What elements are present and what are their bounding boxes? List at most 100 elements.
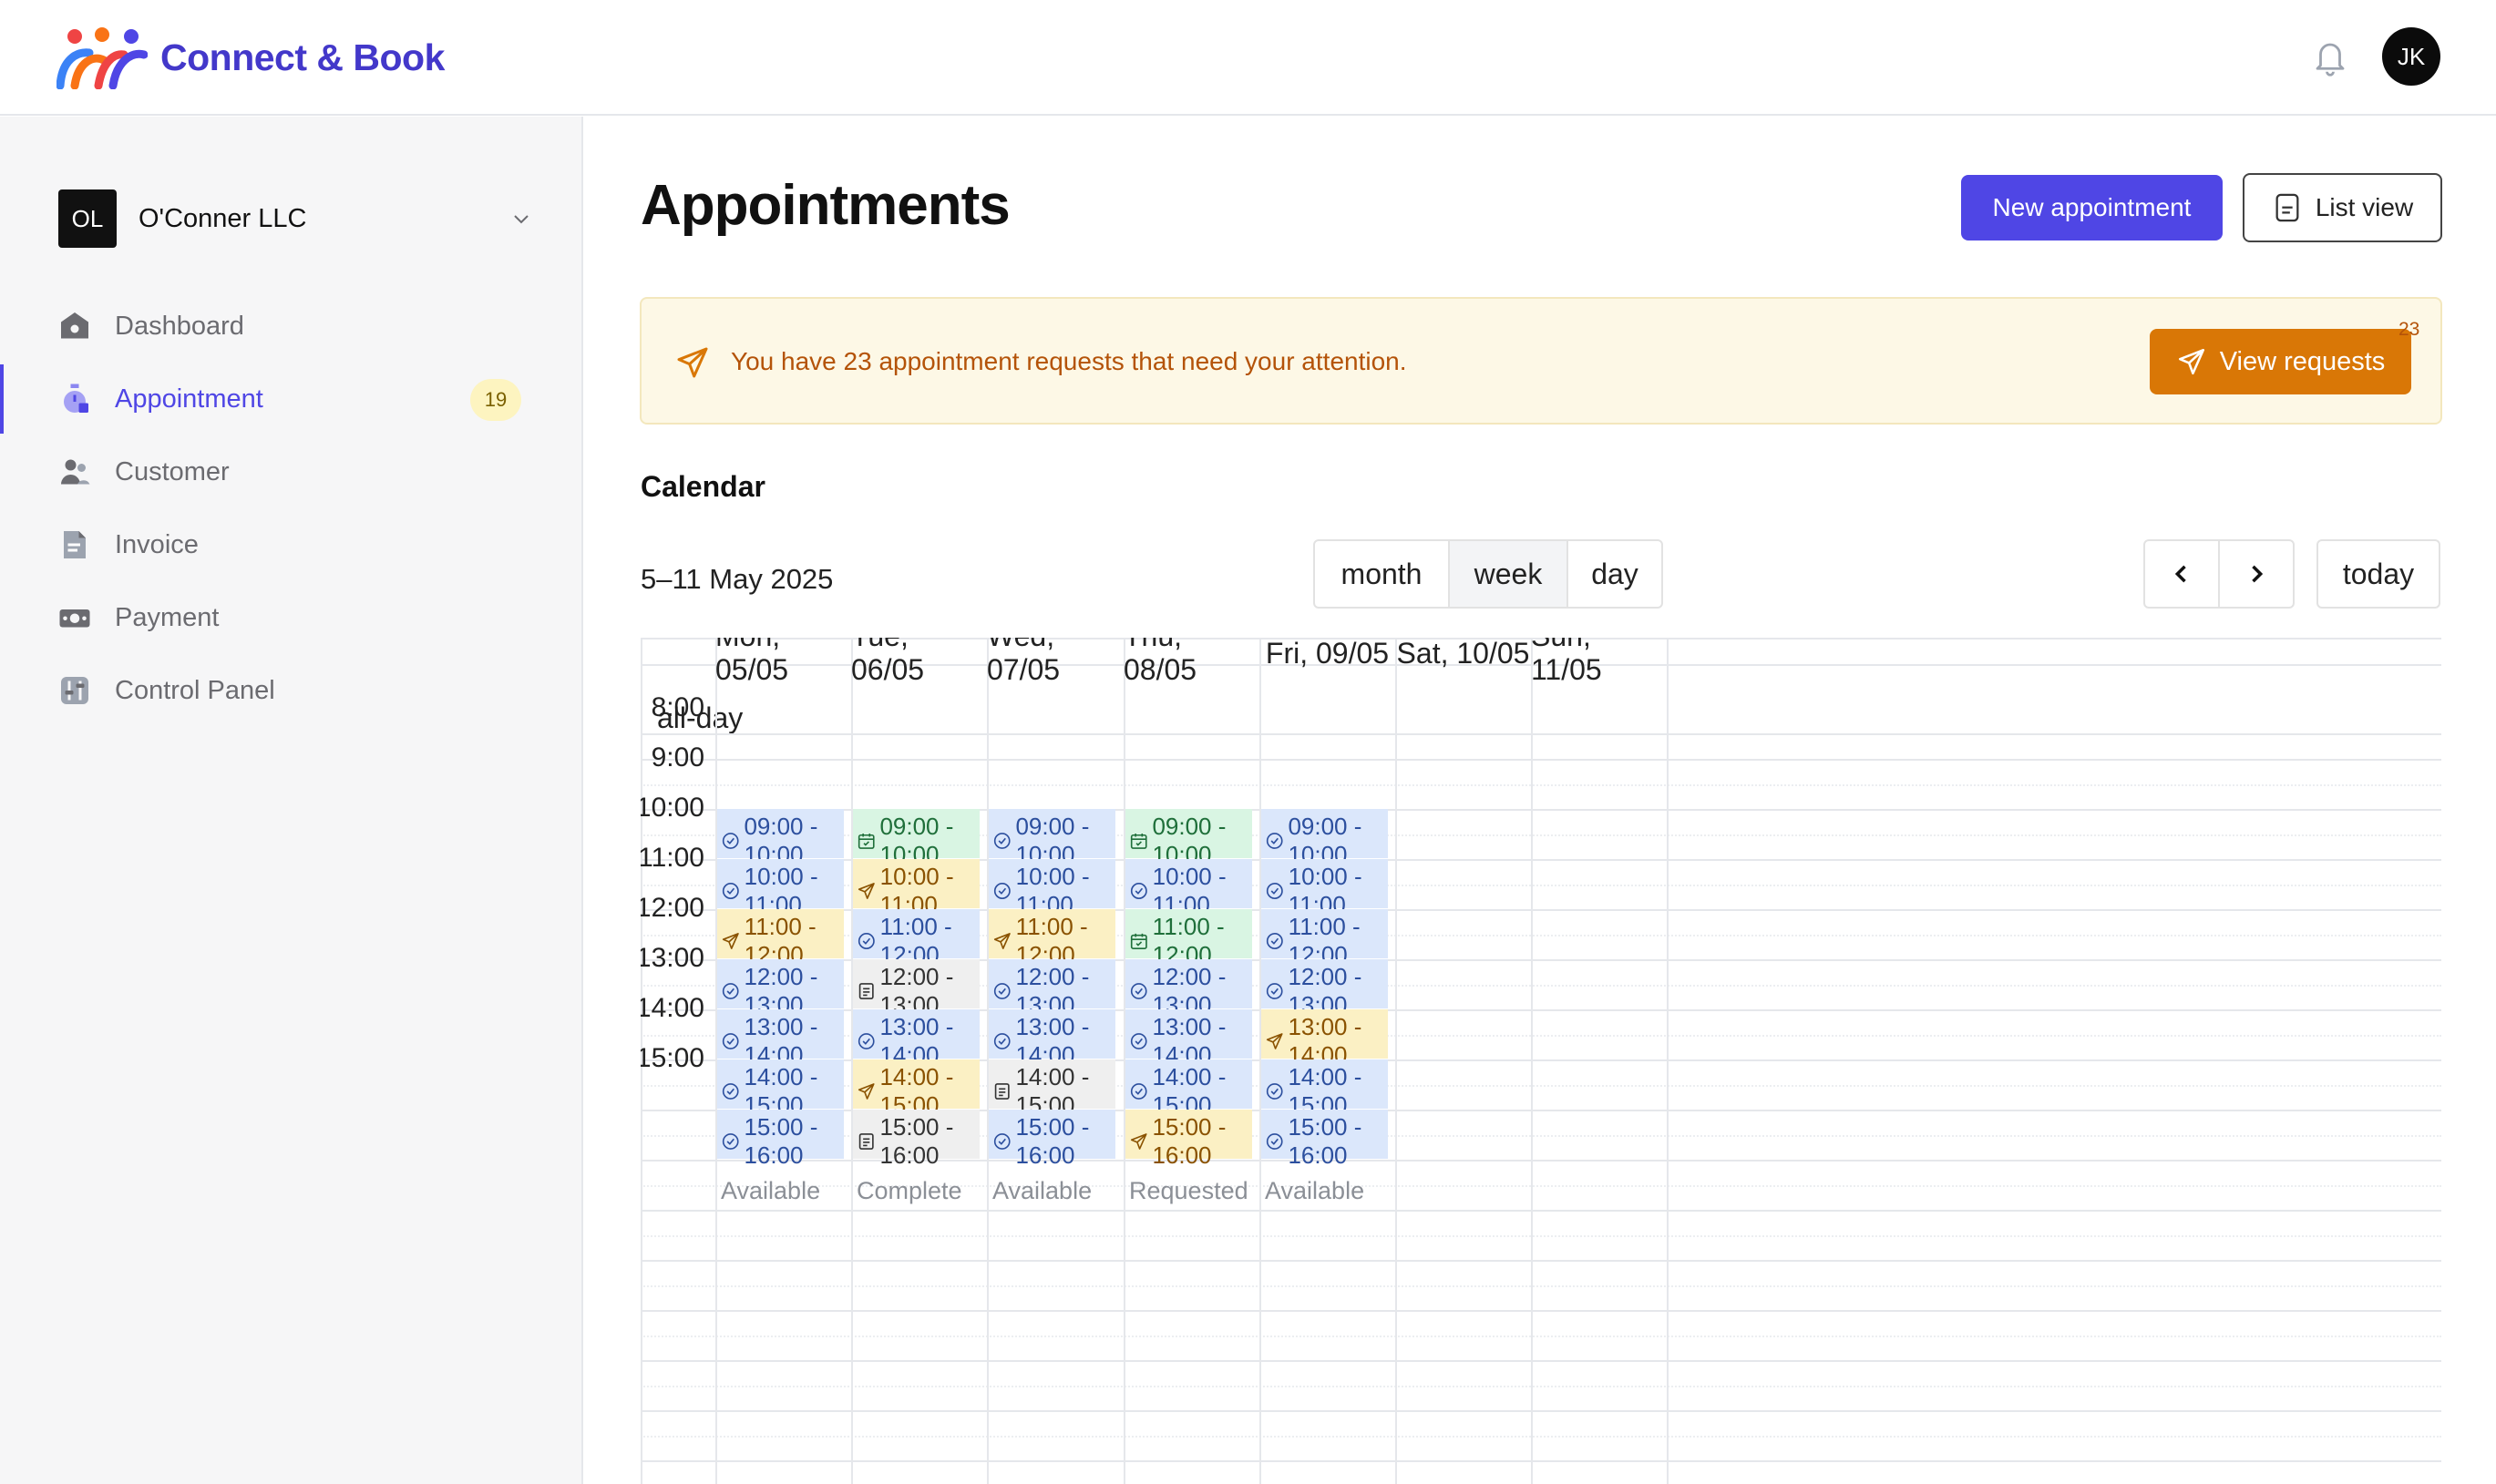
sidebar-item-appointment[interactable]: Appointment 19 (0, 363, 581, 435)
appointment-slot[interactable]: 10:00 - 11:00Requested (853, 859, 980, 954)
day-header[interactable]: Sat, 10/05 (1395, 638, 1531, 676)
logo-icon (56, 27, 148, 89)
time-text: 15:00 - 16:00 (1152, 1113, 1227, 1169)
prev-week-button[interactable] (2145, 541, 2220, 607)
sidebar-item-dashboard[interactable]: Dashboard (0, 290, 581, 363)
org-switcher[interactable]: OL O'Conner LLC (58, 189, 532, 248)
appointment-slot[interactable]: 15:00 - 16:00 Complete (853, 1110, 980, 1204)
app-logo[interactable]: Connect & Book (56, 26, 445, 89)
check-circle-icon (1266, 1133, 1283, 1150)
sidebar-item-payment[interactable]: Payment (0, 581, 581, 654)
sidebar-item-label: Invoice (115, 529, 199, 559)
appointment-slot[interactable]: 09:00 - 10:00Available (989, 809, 1115, 904)
view-requests-button[interactable]: View requests (2150, 329, 2411, 394)
sidebar-item-invoice[interactable]: Invoice (0, 508, 581, 581)
appointment-slot[interactable]: 11:00 - 12:00Requested (717, 909, 844, 1004)
day-header[interactable]: Fri, 09/05 (1259, 638, 1395, 676)
sidebar: OL O'Conner LLC Dashboard Appointment 19… (0, 117, 583, 1484)
appointment-slot[interactable]: 10:00 - 11:00Available (717, 859, 844, 954)
appointment-slot[interactable]: 14:00 - 15:00Requested (853, 1059, 980, 1154)
calendar-date-range: 5–11 May 2025 (641, 563, 834, 595)
hour-line (641, 1360, 2441, 1362)
appointment-status: Available (721, 1177, 821, 1204)
appointment-slot[interactable]: 13:00 - 14:00Requested (1261, 1009, 1388, 1104)
user-avatar[interactable]: JK (2382, 27, 2440, 86)
appointment-slot[interactable]: 15:00 - 16:00 Available (1261, 1110, 1388, 1204)
appointment-slot[interactable]: 09:00 - 10:00Available (1261, 809, 1388, 904)
next-week-button[interactable] (2220, 541, 2293, 607)
check-circle-icon (722, 833, 739, 849)
appointment-slot[interactable]: 15:00 - 16:00 Requested (1125, 1110, 1252, 1204)
appointment-slot[interactable]: 10:00 - 11:00Available (989, 859, 1115, 954)
appointment-slot[interactable]: 14:00 - 15:00Complete (989, 1059, 1115, 1154)
list-view-button[interactable]: List view (2243, 173, 2442, 242)
hour-label: 12:00 (641, 893, 704, 923)
org-name: O'Conner LLC (139, 203, 307, 233)
half-hour-line (641, 1284, 2441, 1287)
appointment-slot[interactable]: 12:00 - 13:00Available (717, 959, 844, 1054)
day-header[interactable]: Thu, 08/05 (1124, 638, 1259, 686)
appointment-slot[interactable]: 11:00 - 12:00Confirmed (1125, 909, 1252, 1004)
appointment-slot[interactable]: 12:00 - 13:00Available (1125, 959, 1252, 1054)
sidebar-item-customer[interactable]: Customer (0, 435, 581, 508)
calendar-check-icon (1130, 833, 1147, 849)
day-header[interactable]: Sun, 11/05 (1531, 638, 1667, 686)
time-text: 15:00 - 16:00 (1015, 1113, 1090, 1169)
appointment-slot[interactable]: 14:00 - 15:00Available (1125, 1059, 1252, 1154)
appointment-slot[interactable]: 15:00 - 16:00 Available (717, 1110, 844, 1204)
appointment-slot[interactable]: 15:00 - 16:00 Available (989, 1110, 1115, 1204)
appointment-slot[interactable]: 09:00 - 10:00Confirmed (853, 809, 980, 904)
check-circle-icon (993, 833, 1011, 849)
appointment-slot[interactable]: 11:00 - 12:00Requested (989, 909, 1115, 1004)
day-header[interactable]: Wed, 07/05 (987, 638, 1123, 686)
appointment-slot[interactable]: 12:00 - 13:00Available (1261, 959, 1388, 1054)
hour-label: 11:00 (641, 843, 704, 873)
list-view-label: List view (2315, 193, 2414, 221)
appointment-slot[interactable]: 11:00 - 12:00Available (1261, 909, 1388, 1004)
hour-line (641, 1310, 2441, 1312)
today-button[interactable]: today (2316, 539, 2440, 609)
appointment-status: Requested (1129, 1177, 1248, 1204)
appointment-slot[interactable]: 10:00 - 11:00Available (1261, 859, 1388, 954)
appointment-slot[interactable]: 13:00 - 14:00Available (1125, 1009, 1252, 1104)
check-circle-icon (993, 1133, 1011, 1150)
paper-plane-icon (2178, 348, 2204, 375)
check-circle-icon (858, 1033, 875, 1049)
view-week-button[interactable]: week (1450, 541, 1568, 607)
hour-label: 14:00 (641, 993, 704, 1023)
appointment-slot[interactable]: 09:00 - 10:00Available (717, 809, 844, 904)
appointment-slot[interactable]: 14:00 - 15:00Available (717, 1059, 844, 1154)
appointment-slot[interactable]: 12:00 - 13:00Available (989, 959, 1115, 1054)
hour-label: 10:00 (641, 793, 704, 823)
paper-plane-icon (858, 883, 875, 899)
appointment-slot[interactable]: 10:00 - 11:00Available (1125, 859, 1252, 954)
sidebar-nav: Dashboard Appointment 19 Customer Invoic… (0, 290, 581, 727)
half-hour-line (641, 783, 2441, 786)
week-calendar: all-day Mon, 05/05Tue, 06/05Wed, 07/05Th… (641, 638, 2441, 1484)
view-month-button[interactable]: month (1315, 541, 1450, 607)
check-circle-icon (1266, 983, 1283, 999)
appointment-slot[interactable]: 09:00 - 10:00Confirmed (1125, 809, 1252, 904)
appointment-slot[interactable]: 13:00 - 14:00Available (853, 1009, 980, 1104)
appointment-status: Available (1265, 1177, 1365, 1204)
appointment-slot[interactable]: 12:00 - 13:00Complete (853, 959, 980, 1054)
check-circle-icon (1266, 883, 1283, 899)
day-header[interactable]: Mon, 05/05 (715, 638, 851, 686)
appointment-slot[interactable]: 14:00 - 15:00Available (1261, 1059, 1388, 1154)
view-day-button[interactable]: day (1568, 541, 1661, 607)
paper-plane-icon (993, 933, 1011, 949)
sidebar-item-control-panel[interactable]: Control Panel (0, 654, 581, 727)
half-hour-line (641, 1435, 2441, 1438)
day-header[interactable]: Tue, 06/05 (851, 638, 987, 686)
check-circle-icon (993, 1033, 1011, 1049)
new-appointment-button[interactable]: New appointment (1961, 175, 2223, 241)
calendar-nav (2143, 539, 2295, 609)
half-hour-line (641, 1385, 2441, 1387)
appointment-slot[interactable]: 13:00 - 14:00Available (717, 1009, 844, 1104)
appointment-slot[interactable]: 11:00 - 12:00Available (853, 909, 980, 1004)
users-icon (58, 455, 91, 488)
appointment-time: 15:00 - 16:00 (1265, 1113, 1388, 1170)
check-circle-icon (722, 1133, 739, 1150)
bell-icon[interactable] (2311, 36, 2349, 78)
appointment-slot[interactable]: 13:00 - 14:00Available (989, 1009, 1115, 1104)
